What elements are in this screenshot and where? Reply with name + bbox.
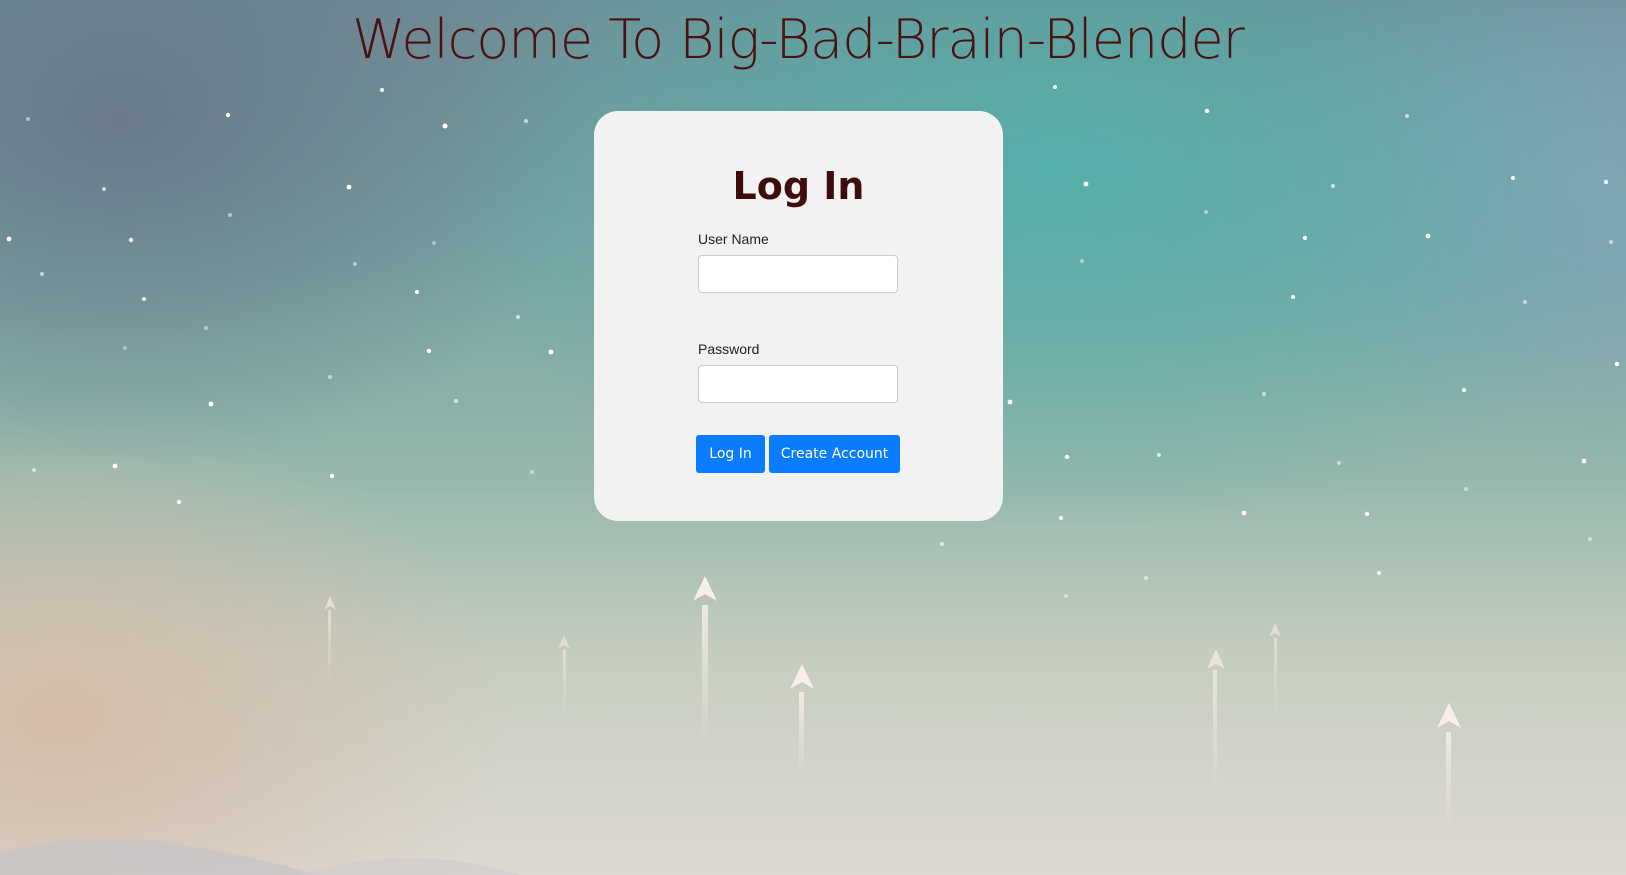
username-input[interactable] <box>698 255 898 293</box>
password-input[interactable] <box>698 365 898 403</box>
password-label: Password <box>698 341 760 357</box>
login-button[interactable]: Log In <box>696 435 765 473</box>
page-title: Welcome To Big-Bad-Brain-Blender <box>352 8 1245 71</box>
login-card: Log In User Name Password Log In Create … <box>594 111 1003 521</box>
login-heading: Log In <box>732 164 865 208</box>
create-account-button[interactable]: Create Account <box>769 435 900 473</box>
username-label: User Name <box>698 231 769 247</box>
